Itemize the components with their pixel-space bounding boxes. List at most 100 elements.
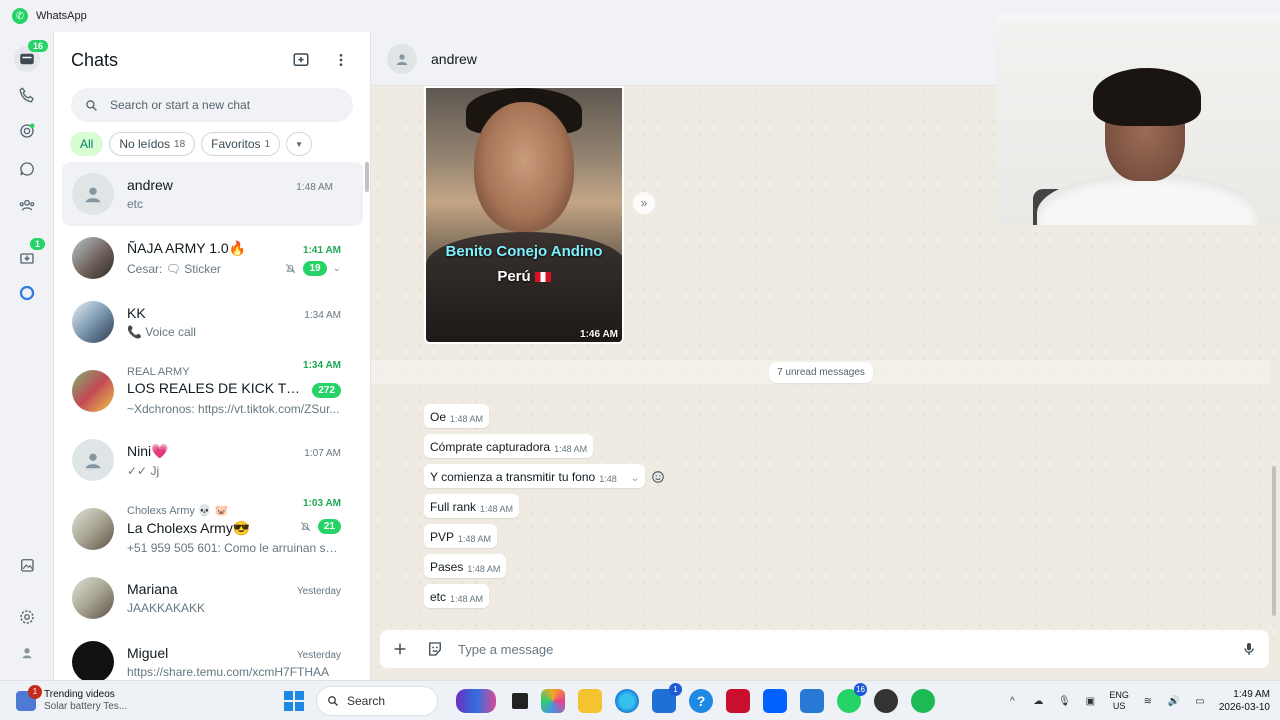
- filter-all[interactable]: All: [70, 132, 104, 156]
- default-avatar-icon: [85, 453, 101, 469]
- message-input[interactable]: [458, 641, 1241, 657]
- webcam-top-bar: [997, 13, 1280, 21]
- obs-icon[interactable]: [874, 688, 898, 713]
- whatsapp-taskbar-badge: 16: [854, 682, 867, 696]
- filter-chips: All No leídos 18 Favoritos 1 ▼: [54, 122, 370, 156]
- chat-item-nini[interactable]: Nini💗 1:07 AM ✓✓ Jj: [54, 428, 370, 492]
- media-caption-line2: Perú: [426, 268, 622, 285]
- chat-preview: JAAKKAKAKK: [127, 601, 206, 615]
- copilot-game-icon[interactable]: [456, 688, 496, 713]
- chat-item-mariana[interactable]: Mariana Yesterday JAAKKAKAKK: [54, 566, 370, 630]
- message-menu-chevron-icon[interactable]: ⌄: [631, 473, 639, 484]
- meta-ai-button[interactable]: [14, 280, 40, 306]
- unread-divider: 7 unread messages: [371, 360, 1271, 384]
- message-bubble[interactable]: Full rank 1:48 AM: [424, 494, 520, 518]
- caret-down-icon: ▼: [295, 139, 304, 149]
- contact-avatar[interactable]: [387, 43, 417, 74]
- file-explorer-icon[interactable]: [578, 688, 602, 713]
- chat-item-naja-army[interactable]: ÑAJA ARMY 1.0🔥 1:41 AM Cesar: 🗨 Sticker 1…: [54, 226, 370, 290]
- media-nav-button[interactable]: [14, 552, 40, 578]
- taskbar-search-label: Search: [347, 693, 386, 708]
- chevron-down-icon[interactable]: ⌄: [333, 263, 341, 274]
- message-bubble-hovered[interactable]: Y comienza a transmitir tu fono 1:48 ⌄: [424, 464, 646, 488]
- menu-button[interactable]: [329, 48, 353, 72]
- new-chat-button[interactable]: [289, 48, 313, 72]
- message-bubble[interactable]: etc 1:48 AM: [424, 584, 490, 608]
- filter-more-button[interactable]: ▼: [286, 132, 313, 156]
- profile-nav-button[interactable]: [14, 640, 40, 666]
- chats-badge: 16: [28, 40, 49, 52]
- volume-icon[interactable]: 🔊: [1167, 694, 1181, 708]
- language-line2: US: [1112, 701, 1126, 711]
- archive-icon: [20, 253, 34, 264]
- media-message[interactable]: Benito Conejo Andino Perú 1:46 AM: [424, 86, 624, 344]
- channels-nav-button[interactable]: [14, 156, 40, 182]
- wifi-icon[interactable]: ≋: [1141, 694, 1155, 708]
- search-box[interactable]: [71, 88, 353, 122]
- search-input[interactable]: [110, 98, 339, 112]
- chat-item-kk[interactable]: KK 1:34 AM 📞 Voice call: [54, 290, 370, 354]
- whatsapp-logo-icon: ✆: [12, 8, 28, 24]
- chat-name: LOS REALES DE KICK TOK 👑: [127, 380, 307, 396]
- chat-list-scrollbar[interactable]: [365, 162, 369, 192]
- message-bubble[interactable]: Oe 1:48 AM: [424, 404, 490, 428]
- emoji-react-button[interactable]: [649, 468, 667, 486]
- conversation-scrollbar[interactable]: [1272, 466, 1276, 616]
- microphone-tray-icon[interactable]: 🎙: [1057, 694, 1071, 708]
- battery-icon[interactable]: ▭: [1193, 694, 1207, 708]
- sticker-emoji-icon[interactable]: [426, 640, 444, 658]
- attach-plus-icon[interactable]: [392, 641, 408, 657]
- unread-count-badge: 272: [312, 383, 341, 398]
- status-nav-button[interactable]: [14, 118, 40, 144]
- windows-taskbar: 1 Trending videos Solar battery Tes... Se…: [0, 680, 1280, 720]
- chat-name: ÑAJA ARMY 1.0🔥: [127, 240, 247, 256]
- webcam-person-hair: [1093, 68, 1201, 126]
- avatar: [72, 508, 114, 550]
- spotify-icon[interactable]: [911, 688, 935, 713]
- chat-time: Yesterday: [296, 586, 341, 597]
- taskbar-search[interactable]: Search: [316, 685, 438, 716]
- chat-item-cholexs-army[interactable]: Cholexs Army 💀 🐷 La Cholexs Army😎 21 +51…: [54, 492, 370, 566]
- chat-name: andrew: [127, 177, 173, 193]
- settings-nav-button[interactable]: [14, 604, 40, 630]
- communities-nav-button[interactable]: [14, 192, 40, 218]
- edge-browser-icon[interactable]: [615, 688, 639, 713]
- news-widget[interactable]: 1 Trending videos Solar battery Tes...: [16, 684, 196, 713]
- whatsapp-taskbar-icon[interactable]: 16: [837, 682, 867, 713]
- message-bubble[interactable]: Cómprate capturadora 1:48 AM: [424, 434, 594, 458]
- media-caption-line1: Benito Conejo Andino: [445, 243, 603, 260]
- chat-item-los-reales[interactable]: REAL ARMY LOS REALES DE KICK TOK 👑272 ~X…: [54, 354, 370, 428]
- forward-icon[interactable]: »: [633, 192, 655, 214]
- language-line1: ENG: [1109, 690, 1129, 700]
- windows-start-icon[interactable]: [284, 690, 304, 711]
- chat-time: 1:03 AM: [303, 498, 341, 509]
- contact-name[interactable]: andrew: [431, 51, 477, 67]
- message-bubble[interactable]: PVP 1:48 AM: [424, 524, 498, 548]
- language-indicator[interactable]: ENG US: [1109, 690, 1129, 712]
- mail-icon[interactable]: [800, 688, 824, 713]
- store-icon[interactable]: 1: [652, 682, 682, 713]
- microphone-icon[interactable]: [1241, 640, 1257, 658]
- calls-nav-button[interactable]: [14, 82, 40, 108]
- clipboard-icon[interactable]: ▣: [1083, 694, 1097, 708]
- cloud-icon[interactable]: ☁: [1031, 694, 1045, 708]
- filter-unread[interactable]: No leídos 18: [109, 132, 196, 156]
- search-icon: [327, 695, 339, 707]
- chat-preview: etc: [127, 197, 144, 211]
- dropbox-icon[interactable]: [763, 688, 787, 713]
- help-icon[interactable]: ?: [689, 688, 713, 713]
- task-view-icon[interactable]: [512, 692, 528, 709]
- chat-time: 1:41 AM: [303, 245, 341, 256]
- chevron-up-icon[interactable]: ^: [1005, 694, 1019, 708]
- clock[interactable]: 1:49 AM 2026-03-10: [1219, 688, 1270, 714]
- more-vertical-icon: [339, 54, 343, 66]
- chat-item-andrew[interactable]: andrew 1:48 AM etc: [62, 162, 363, 226]
- filter-favorites[interactable]: Favoritos 1: [201, 132, 281, 156]
- mcafee-icon[interactable]: [726, 688, 750, 713]
- chat-preview: Cesar: 🗨 Sticker: [127, 261, 221, 276]
- chat-item-miguel[interactable]: Miguel Yesterday https://share.temu.com/x…: [54, 630, 370, 680]
- copilot-icon[interactable]: [541, 688, 565, 713]
- clock-time: 1:49 AM: [1233, 689, 1270, 700]
- message-bubble[interactable]: Pases 1:48 AM: [424, 554, 507, 578]
- media-time: 1:46 AM: [580, 329, 618, 340]
